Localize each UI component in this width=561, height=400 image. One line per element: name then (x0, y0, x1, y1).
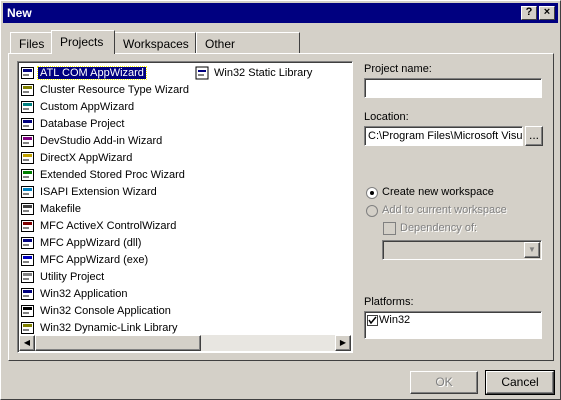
list-item-label: Extended Stored Proc Wizard (40, 168, 185, 181)
list-item-label: Win32 Dynamic-Link Library (40, 321, 178, 334)
list-item[interactable]: Win32 Dynamic-Link Library (20, 319, 180, 336)
list-item-label: MFC ActiveX ControlWizard (40, 219, 177, 232)
list-item[interactable]: ISAPI Extension Wizard (20, 183, 159, 200)
list-item-label: Win32 Application (40, 287, 128, 300)
list-item[interactable]: Utility Project (20, 268, 106, 285)
tab-projects-label: Projects (60, 35, 104, 49)
project-name-label: Project name: (364, 63, 432, 75)
cluster-icon (20, 82, 36, 98)
list-item-label: DevStudio Add-in Wizard (40, 134, 163, 147)
list-item[interactable]: Makefile (20, 200, 83, 217)
scroll-left-button[interactable]: ◀ (19, 335, 35, 351)
tab-workspaces-label: Workspaces (123, 37, 189, 51)
scroll-right-button[interactable]: ▶ (335, 335, 351, 351)
mfc-dll-icon (20, 235, 36, 251)
close-button[interactable]: × (539, 6, 555, 20)
list-item[interactable]: Database Project (20, 115, 126, 132)
list-item[interactable]: Extended Stored Proc Wizard (20, 166, 187, 183)
platform-item-label: Win32 (379, 314, 411, 326)
database-icon (20, 116, 36, 132)
static-library-icon (194, 65, 210, 81)
title-bar[interactable]: New ? × (3, 3, 558, 23)
directx-icon (20, 150, 36, 166)
location-label: Location: (364, 111, 409, 123)
platforms-list[interactable]: Win32 (364, 311, 542, 339)
dependency-select[interactable]: ▼ (382, 240, 542, 260)
cancel-button[interactable]: Cancel (485, 370, 555, 395)
mfc-exe-icon (20, 252, 36, 268)
browse-button[interactable]: ... (525, 126, 543, 146)
list-item-label: DirectX AppWizard (40, 151, 133, 164)
list-item[interactable]: Win32 Console Application (20, 302, 173, 319)
utility-icon (20, 269, 36, 285)
list-item-label: MFC AppWizard (exe) (40, 253, 149, 266)
new-dialog: New ? × Files Projects Workspaces Other … (0, 0, 561, 400)
radio-selected-dot (370, 191, 374, 195)
list-item[interactable]: Cluster Resource Type Wizard (20, 81, 191, 98)
create-new-workspace-label[interactable]: Create new workspace (382, 186, 494, 198)
list-item-label: Custom AppWizard (40, 100, 135, 113)
list-item[interactable]: DevStudio Add-in Wizard (20, 132, 164, 149)
console-icon (20, 303, 36, 319)
addin-icon (20, 133, 36, 149)
list-item-label: ATL COM AppWizard (37, 65, 147, 80)
list-item-label: Utility Project (40, 270, 105, 283)
location-input[interactable]: C:\Program Files\Microsoft Visua (364, 126, 523, 146)
list-item-label: ISAPI Extension Wizard (40, 185, 157, 198)
list-item-label: Makefile (40, 202, 81, 215)
list-item[interactable]: MFC ActiveX ControlWizard (20, 217, 178, 234)
list-item[interactable]: Win32 Application (20, 285, 129, 302)
tab-files-label: Files (19, 37, 45, 51)
list-item-label: Win32 Static Library (214, 66, 313, 79)
dll-icon (20, 320, 36, 336)
list-item-label: Win32 Console Application (40, 304, 171, 317)
atl-com-icon (20, 65, 36, 81)
scroll-thumb[interactable] (35, 335, 201, 351)
list-item[interactable]: MFC AppWizard (exe) (20, 251, 150, 268)
dependency-label: Dependency of: (400, 222, 478, 234)
tab-workspaces[interactable]: Workspaces (114, 32, 196, 53)
chevron-down-icon[interactable]: ▼ (524, 242, 540, 258)
horizontal-scrollbar[interactable]: ◀ ▶ (19, 335, 351, 351)
list-item-label: Cluster Resource Type Wizard (40, 83, 189, 96)
help-button[interactable]: ? (521, 6, 537, 20)
list-item[interactable]: Custom AppWizard (20, 98, 136, 115)
dependency-checkbox[interactable] (383, 222, 396, 235)
custom-appwizard-icon (20, 99, 36, 115)
list-item-label: Database Project (40, 117, 125, 130)
list-item[interactable]: Win32 Static Library (194, 64, 314, 81)
tab-projects[interactable]: Projects (51, 30, 115, 54)
window-title: New (7, 6, 32, 20)
win32-app-icon (20, 286, 36, 302)
add-to-current-workspace-label: Add to current workspace (382, 204, 507, 216)
project-type-list[interactable]: ATL COM AppWizard Cluster Resource Type W… (17, 61, 353, 353)
isapi-globe-icon (20, 184, 36, 200)
add-to-current-workspace-radio[interactable] (366, 205, 378, 217)
list-item[interactable]: MFC AppWizard (dll) (20, 234, 143, 251)
ok-button[interactable]: OK (410, 371, 478, 394)
platform-checkbox[interactable] (367, 314, 378, 326)
activex-icon (20, 218, 36, 234)
tab-other-documents[interactable]: Other Documents (196, 32, 300, 65)
platforms-label: Platforms: (364, 296, 414, 308)
checkmark-icon (368, 316, 377, 324)
create-new-workspace-radio[interactable] (366, 187, 378, 199)
makefile-icon (20, 201, 36, 217)
project-name-input[interactable] (364, 78, 542, 98)
stored-proc-icon (20, 167, 36, 183)
platform-item[interactable]: Win32 (367, 314, 539, 326)
tab-files[interactable]: Files (10, 32, 53, 53)
list-item[interactable]: ATL COM AppWizard (20, 64, 147, 81)
list-item-label: MFC AppWizard (dll) (40, 236, 142, 249)
list-item[interactable]: DirectX AppWizard (20, 149, 134, 166)
